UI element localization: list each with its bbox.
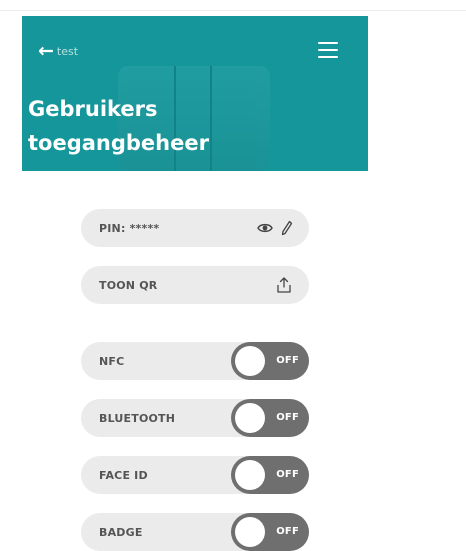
toggle-label: BLUETOOTH bbox=[99, 411, 176, 425]
page-title-line-2: toegangbeheer bbox=[28, 131, 209, 155]
page-header: ← test Gebruikers toegangbeheer bbox=[22, 16, 368, 171]
back-button[interactable]: ← test bbox=[38, 42, 78, 61]
toggle-row-face-id: FACE ID OFF bbox=[81, 456, 309, 494]
toggle-label: FACE ID bbox=[99, 468, 148, 482]
toggle-label: NFC bbox=[99, 354, 125, 368]
toggle-row-bluetooth: BLUETOOTH OFF bbox=[81, 399, 309, 437]
show-qr-label: TOON QR bbox=[99, 278, 158, 292]
pencil-icon[interactable] bbox=[281, 220, 293, 236]
show-qr-button[interactable]: TOON QR bbox=[81, 266, 309, 304]
eye-icon[interactable] bbox=[257, 222, 273, 234]
hamburger-menu-icon[interactable] bbox=[318, 42, 338, 58]
toggle-knob bbox=[235, 403, 265, 433]
share-upload-icon bbox=[275, 276, 293, 294]
toggle-label: BADGE bbox=[99, 525, 143, 539]
top-divider bbox=[0, 10, 466, 11]
toggle-state: OFF bbox=[276, 355, 299, 366]
face-id-toggle[interactable]: OFF bbox=[231, 456, 309, 494]
badge-toggle[interactable]: OFF bbox=[231, 513, 309, 551]
pin-label: PIN: ***** bbox=[99, 221, 160, 235]
pin-row: PIN: ***** bbox=[81, 209, 309, 247]
nfc-toggle[interactable]: OFF bbox=[231, 342, 309, 380]
toggle-knob bbox=[235, 517, 265, 547]
page-title: Gebruikers toegangbeheer bbox=[28, 92, 209, 160]
toggle-state: OFF bbox=[276, 526, 299, 537]
back-label: test bbox=[56, 45, 79, 58]
arrow-left-icon: ← bbox=[38, 40, 54, 62]
toggle-state: OFF bbox=[276, 412, 299, 423]
toggle-knob bbox=[235, 346, 265, 376]
toggle-row-badge: BADGE OFF bbox=[81, 513, 309, 551]
bluetooth-toggle[interactable]: OFF bbox=[231, 399, 309, 437]
toggle-knob bbox=[235, 460, 265, 490]
page-title-line-1: Gebruikers bbox=[28, 97, 158, 121]
toggle-state: OFF bbox=[276, 469, 299, 480]
toggle-row-nfc: NFC OFF bbox=[81, 342, 309, 380]
